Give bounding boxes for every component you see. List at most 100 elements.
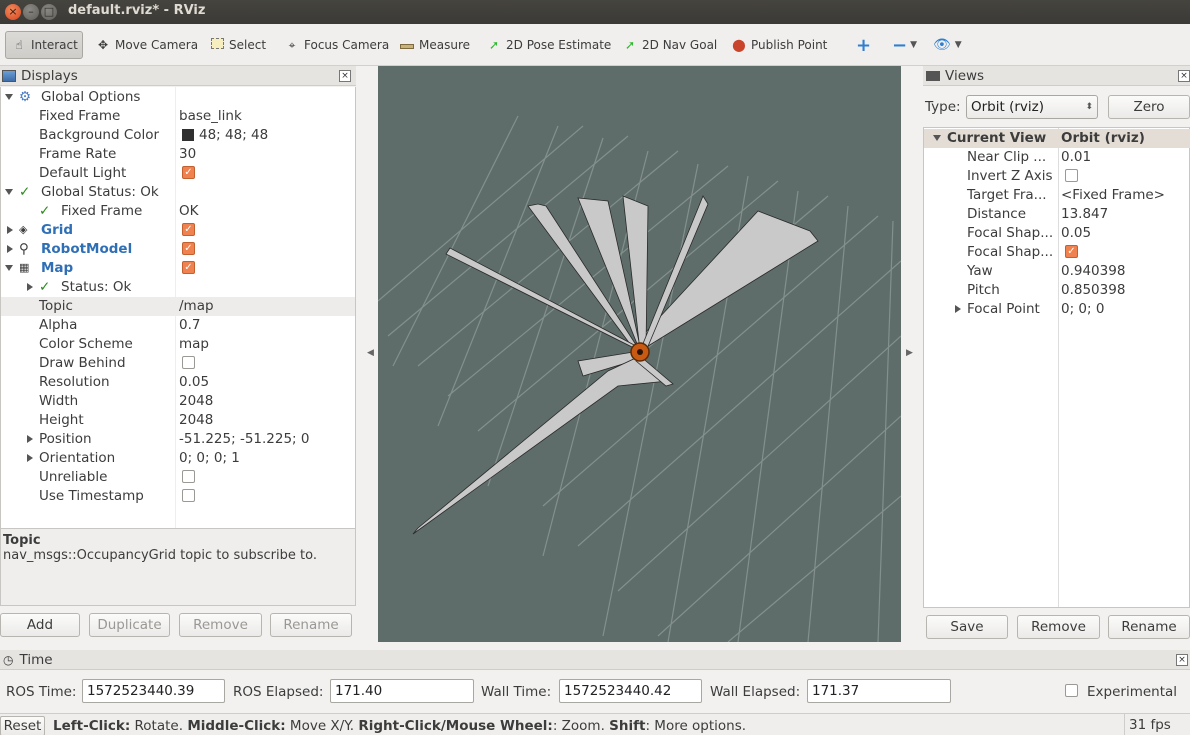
row-value[interactable]: 0.850398: [1061, 282, 1125, 298]
collapse-arrow-icon[interactable]: [7, 226, 13, 234]
minimize-window-button[interactable]: –: [23, 4, 39, 20]
tool-2d-nav-goal[interactable]: ➚ 2D Nav Goal: [617, 31, 721, 59]
tree-row-default-light[interactable]: Default Light ✓: [1, 164, 355, 183]
checkbox-unchecked[interactable]: [1065, 169, 1078, 182]
rename-display-button[interactable]: Rename: [270, 613, 352, 637]
row-value[interactable]: map: [179, 336, 209, 352]
expand-arrow-icon[interactable]: [5, 189, 13, 195]
tool-interact[interactable]: ☝ Interact: [5, 31, 83, 59]
collapse-arrow-icon[interactable]: [27, 454, 33, 462]
render-viewport[interactable]: [378, 66, 901, 642]
tree-row-frame-rate[interactable]: Frame Rate 30: [1, 145, 355, 164]
maximize-window-button[interactable]: □: [41, 4, 57, 20]
tree-row-global-status[interactable]: ✓ Global Status: Ok: [1, 183, 355, 202]
duplicate-display-button[interactable]: Duplicate: [89, 613, 170, 637]
tree-row-yaw[interactable]: Yaw 0.940398: [924, 262, 1190, 281]
row-value[interactable]: 0.01: [1061, 149, 1091, 165]
checkbox-checked[interactable]: ✓: [182, 223, 195, 236]
tree-row-position[interactable]: Position -51.225; -51.225; 0: [1, 430, 355, 449]
close-window-button[interactable]: ×: [5, 4, 21, 20]
row-value[interactable]: /map: [179, 298, 214, 314]
tree-row-width[interactable]: Width 2048: [1, 392, 355, 411]
tree-row-focal-shape-fixed[interactable]: Focal Shap... ✓: [924, 243, 1190, 262]
save-view-button[interactable]: Save: [926, 615, 1008, 639]
checkbox-checked[interactable]: ✓: [1065, 245, 1078, 258]
tree-row-invert-z-axis[interactable]: Invert Z Axis: [924, 167, 1190, 186]
color-swatch[interactable]: [182, 129, 194, 141]
tree-row-focal-shape-size[interactable]: Focal Shap... 0.05: [924, 224, 1190, 243]
tree-row-target-frame[interactable]: Target Fra... <Fixed Frame>: [924, 186, 1190, 205]
collapse-right-icon[interactable]: ▶: [906, 348, 913, 358]
experimental-checkbox[interactable]: [1065, 684, 1078, 697]
row-value[interactable]: 0.05: [1061, 225, 1091, 241]
tree-row-background-color[interactable]: Background Color 48; 48; 48: [1, 126, 355, 145]
expand-arrow-icon[interactable]: [5, 94, 13, 100]
collapse-arrow-icon[interactable]: [955, 305, 961, 313]
tree-row-pitch[interactable]: Pitch 0.850398: [924, 281, 1190, 300]
displays-tree[interactable]: ⚙ Global Options Fixed Frame base_link B…: [0, 87, 356, 587]
rename-view-button[interactable]: Rename: [1108, 615, 1190, 639]
tree-row-map[interactable]: ▦ Map ✓: [1, 259, 355, 278]
tree-row-grid[interactable]: ◈ Grid ✓: [1, 221, 355, 240]
collapse-arrow-icon[interactable]: [27, 283, 33, 291]
tool-publish-point[interactable]: ⬤ Publish Point: [726, 31, 831, 59]
tree-row-fixed-frame-status[interactable]: ✓ Fixed Frame OK: [1, 202, 355, 221]
checkbox-unchecked[interactable]: [182, 489, 195, 502]
expand-arrow-icon[interactable]: [5, 265, 13, 271]
row-value[interactable]: <Fixed Frame>: [1061, 187, 1165, 203]
tree-row-alpha[interactable]: Alpha 0.7: [1, 316, 355, 335]
tree-row-topic[interactable]: Topic /map: [1, 297, 355, 316]
ros-time-field[interactable]: 1572523440.39: [82, 679, 225, 703]
close-panel-button[interactable]: ×: [1176, 654, 1188, 666]
close-panel-button[interactable]: ×: [1178, 70, 1190, 82]
tree-row-height[interactable]: Height 2048: [1, 411, 355, 430]
view-type-select[interactable]: Orbit (rviz) ⬍: [966, 95, 1098, 119]
tool-measure[interactable]: Measure: [394, 31, 474, 59]
tool-select[interactable]: Select: [204, 31, 270, 59]
row-value[interactable]: 30: [179, 146, 196, 162]
tree-row-color-scheme[interactable]: Color Scheme map: [1, 335, 355, 354]
tree-row-unreliable[interactable]: Unreliable: [1, 468, 355, 487]
tree-row-fixed-frame[interactable]: Fixed Frame base_link: [1, 107, 355, 126]
views-tree[interactable]: Current View Orbit (rviz) Near Clip ... …: [923, 127, 1190, 608]
tree-row-focal-point[interactable]: Focal Point 0; 0; 0: [924, 300, 1190, 319]
panels-visibility-button[interactable]: 👁 ▼: [929, 31, 966, 59]
tree-row-near-clip[interactable]: Near Clip ... 0.01: [924, 148, 1190, 167]
close-panel-button[interactable]: ×: [339, 70, 351, 82]
row-value[interactable]: 0.7: [179, 317, 200, 333]
row-value[interactable]: 48; 48; 48: [199, 127, 268, 143]
checkbox-checked[interactable]: ✓: [182, 261, 195, 274]
wall-time-field[interactable]: 1572523440.42: [559, 679, 702, 703]
checkbox-checked[interactable]: ✓: [182, 242, 195, 255]
row-value[interactable]: 0.940398: [1061, 263, 1125, 279]
tool-focus-camera[interactable]: ⌖ Focus Camera: [279, 31, 393, 59]
collapse-arrow-icon[interactable]: [7, 245, 13, 253]
add-display-button[interactable]: Add: [0, 613, 80, 637]
checkbox-unchecked[interactable]: [182, 470, 195, 483]
tree-row-global-options[interactable]: ⚙ Global Options: [1, 88, 355, 107]
row-value[interactable]: 0; 0; 0: [1061, 301, 1104, 317]
remove-tool-button[interactable]: − ▼: [888, 31, 921, 59]
expand-arrow-icon[interactable]: [933, 135, 941, 141]
tool-move-camera[interactable]: ✥ Move Camera: [90, 31, 202, 59]
add-tool-button[interactable]: +: [852, 31, 875, 59]
checkbox-checked[interactable]: ✓: [182, 166, 195, 179]
tree-row-resolution[interactable]: Resolution 0.05: [1, 373, 355, 392]
wall-elapsed-field[interactable]: 171.37: [807, 679, 951, 703]
tree-row-use-timestamp[interactable]: Use Timestamp: [1, 487, 355, 506]
checkbox-unchecked[interactable]: [182, 356, 195, 369]
row-value[interactable]: base_link: [179, 108, 242, 124]
tool-2d-pose-estimate[interactable]: ➚ 2D Pose Estimate: [481, 31, 615, 59]
zero-view-button[interactable]: Zero: [1108, 95, 1190, 119]
remove-view-button[interactable]: Remove: [1017, 615, 1100, 639]
tree-row-map-status[interactable]: ✓ Status: Ok: [1, 278, 355, 297]
tree-row-draw-behind[interactable]: Draw Behind: [1, 354, 355, 373]
reset-button[interactable]: Reset: [0, 716, 45, 735]
ros-elapsed-field[interactable]: 171.40: [330, 679, 474, 703]
collapse-arrow-icon[interactable]: [27, 435, 33, 443]
collapse-left-icon[interactable]: ◀: [367, 348, 374, 358]
tree-row-orientation[interactable]: Orientation 0; 0; 0; 1: [1, 449, 355, 468]
remove-display-button[interactable]: Remove: [179, 613, 262, 637]
tree-row-current-view[interactable]: Current View Orbit (rviz): [924, 129, 1190, 148]
tree-row-robotmodel[interactable]: ⚲ RobotModel ✓: [1, 240, 355, 259]
